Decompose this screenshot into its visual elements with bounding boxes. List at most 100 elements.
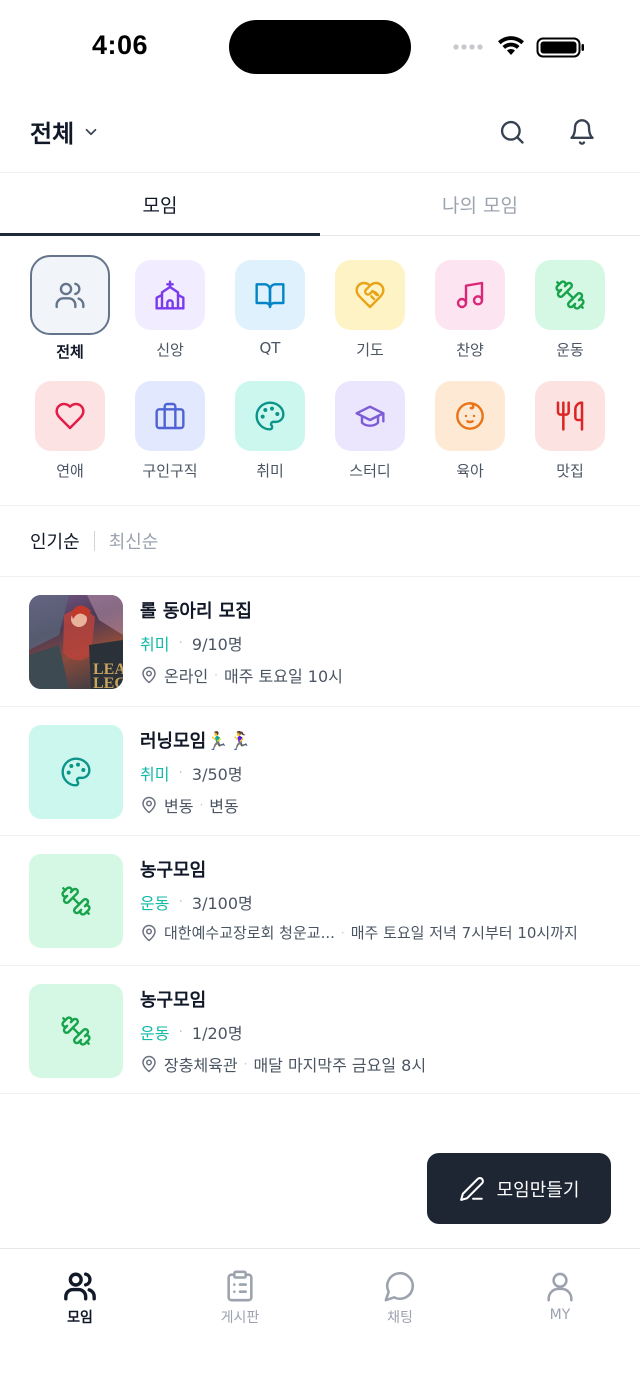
map-pin-icon xyxy=(142,666,156,684)
dot-separator: · xyxy=(340,925,345,940)
category-prayer[interactable]: 기도 xyxy=(320,252,420,361)
meetup-thumbnail: LEAG LEGE xyxy=(29,595,123,689)
dot-separator: · xyxy=(178,894,183,910)
sort-options: 인기순 최신순 xyxy=(30,528,158,554)
svg-text:LEGE: LEGE xyxy=(93,675,123,689)
category-worship[interactable]: 찬양 xyxy=(420,252,520,361)
meetup-location: 온라인 xyxy=(164,667,209,686)
category-label: 신앙 xyxy=(156,341,184,359)
meetup-card[interactable]: LEAG LEGE 롤 동아리 모집 취미 · 9/10명 온라인 · 매주 토… xyxy=(0,576,640,706)
nav-label: 게시판 xyxy=(220,1310,260,1326)
meetup-card[interactable]: 러닝모임🏃‍♂️🏃‍♀️ 취미 · 3/50명 변동 · 변동 xyxy=(0,705,640,836)
meetup-schedule: 매주 토요일 10시 xyxy=(224,667,343,686)
map-pin-icon xyxy=(142,1055,156,1072)
category-restaurant[interactable]: 맛집 xyxy=(520,373,620,480)
category-study[interactable]: 스터디 xyxy=(320,373,420,480)
category-hobby[interactable]: 취미 xyxy=(220,373,320,480)
tab-meetups[interactable]: 모임 xyxy=(0,173,320,236)
category-label: 운동 xyxy=(556,341,584,359)
nav-meetups[interactable]: 모임 xyxy=(0,1249,160,1390)
chat-icon xyxy=(384,1271,415,1302)
palette-icon xyxy=(61,756,91,787)
meetup-location: 대한예수교장로회 청운교... xyxy=(164,924,335,942)
meetup-meta: 취미 · 3/50명 xyxy=(140,761,243,785)
category-label: 찬양 xyxy=(456,341,484,359)
game-artwork-image: LEAG LEGE xyxy=(29,595,123,689)
category-label: 구인구직 xyxy=(142,462,198,480)
meetup-location-row: 온라인 · 매주 토요일 10시 xyxy=(140,663,343,687)
meetup-card[interactable]: 농구모임 운동 · 1/20명 장충체육관 · 매달 마지막주 금요일 8시 xyxy=(0,964,640,1094)
heart-icon xyxy=(55,402,85,430)
notification-button[interactable] xyxy=(564,114,600,150)
meetup-thumbnail xyxy=(29,854,123,948)
region-label: 전체 xyxy=(30,120,75,148)
region-selector[interactable]: 전체 xyxy=(30,114,100,149)
category-all[interactable]: 전체 xyxy=(20,252,120,361)
nav-my[interactable]: MY xyxy=(480,1249,640,1390)
map-pin-icon xyxy=(142,796,156,813)
nav-label: 모임 xyxy=(67,1310,93,1326)
briefcase-icon xyxy=(155,402,185,430)
meetup-title: 농구모임 xyxy=(140,989,207,1011)
dumbbell-icon xyxy=(61,886,91,916)
category-jobs[interactable]: 구인구직 xyxy=(120,373,220,480)
dot-separator: · xyxy=(178,635,183,651)
book-icon xyxy=(255,283,285,309)
category-tile xyxy=(35,381,105,451)
meetup-title: 러닝모임🏃‍♂️🏃‍♀️ xyxy=(140,730,252,752)
meetup-category: 취미 xyxy=(140,764,170,784)
create-meetup-label: 모임만들기 xyxy=(496,1179,580,1201)
meetup-location-row: 장충체육관 · 매달 마지막주 금요일 8시 xyxy=(140,1052,426,1076)
category-tile xyxy=(535,381,605,451)
wifi-icon xyxy=(498,36,524,55)
dot-separator: · xyxy=(243,1056,248,1071)
meetup-category: 운동 xyxy=(140,1023,170,1043)
dot-separator: · xyxy=(214,668,218,682)
category-label: 연애 xyxy=(56,462,84,480)
meetup-location-row: 대한예수교장로회 청운교... · 매주 토요일 저녁 7시부터 10시까지 xyxy=(140,922,578,943)
dot-separator: · xyxy=(199,797,204,812)
category-tile xyxy=(235,260,305,330)
meetup-card[interactable]: 농구모임 운동 · 3/100명 대한예수교장로회 청운교... · 매주 토요… xyxy=(0,835,640,965)
category-faith[interactable]: 신앙 xyxy=(120,252,220,361)
app-header: 전체 xyxy=(0,94,640,172)
nav-board[interactable]: 게시판 xyxy=(160,1249,320,1390)
category-label: 기도 xyxy=(356,341,384,359)
category-tile xyxy=(535,260,605,330)
nav-chat[interactable]: 채팅 xyxy=(320,1249,480,1390)
divider xyxy=(0,505,640,506)
church-icon xyxy=(155,280,185,310)
tab-my-meetups[interactable]: 나의 모임 xyxy=(320,173,640,235)
category-dating[interactable]: 연애 xyxy=(20,373,120,480)
category-tile xyxy=(435,260,505,330)
clipboard-icon xyxy=(227,1270,253,1302)
search-button[interactable] xyxy=(494,114,530,150)
meetup-schedule: 매주 토요일 저녁 7시부터 10시까지 xyxy=(350,924,578,942)
bottom-nav: 모임 게시판 채팅 MY xyxy=(0,1248,640,1390)
category-exercise[interactable]: 운동 xyxy=(520,252,620,361)
meetup-schedule: 매달 마지막주 금요일 8시 xyxy=(253,1055,427,1075)
meetup-meta: 운동 · 1/20명 xyxy=(140,1020,243,1044)
meetup-meta: 운동 · 3/100명 xyxy=(140,890,253,914)
baby-icon xyxy=(456,402,484,430)
dynamic-island xyxy=(229,20,411,74)
dot-separator: · xyxy=(178,764,183,781)
category-grid: 전체 신앙 QT 기도 찬양 운동 연애 구인구직 취미 스터디 육아 맛집 xyxy=(20,252,620,480)
meetup-category: 운동 xyxy=(140,894,170,913)
category-qt[interactable]: QT xyxy=(220,252,320,361)
sort-popular[interactable]: 인기순 xyxy=(30,528,80,554)
chevron-down-icon xyxy=(85,128,97,135)
users-icon xyxy=(64,1272,96,1301)
meetup-schedule: 변동 xyxy=(209,796,239,816)
create-meetup-button[interactable]: 모임만들기 xyxy=(427,1153,611,1224)
bell-icon xyxy=(570,119,594,145)
meetup-list: LEAG LEGE 롤 동아리 모집 취미 · 9/10명 온라인 · 매주 토… xyxy=(0,576,640,1094)
category-label: QT xyxy=(259,339,281,357)
search-icon xyxy=(500,120,524,144)
category-tile xyxy=(30,255,110,335)
category-tile xyxy=(135,381,205,451)
sort-latest[interactable]: 최신순 xyxy=(109,528,159,554)
category-parenting[interactable]: 육아 xyxy=(420,373,520,480)
meetup-location: 변동 xyxy=(164,796,194,816)
pencil-icon xyxy=(459,1176,484,1201)
